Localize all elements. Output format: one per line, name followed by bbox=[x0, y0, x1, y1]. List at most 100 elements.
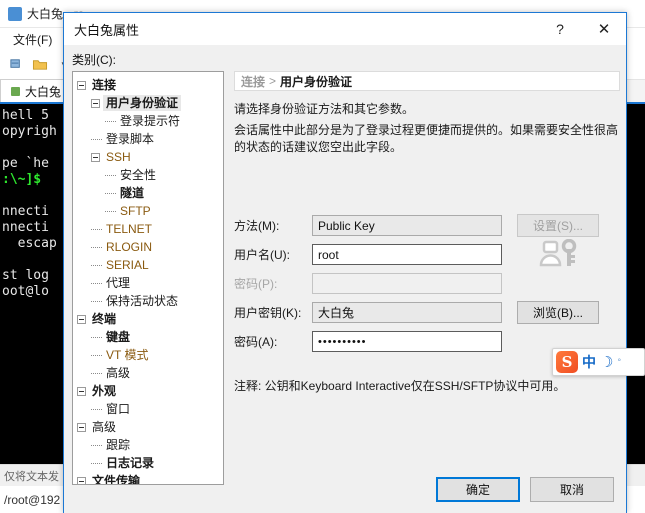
userkey-label: 用户密钥(K): bbox=[234, 306, 302, 320]
description-line-2: 会话属性中此部分是为了登录过程更便捷而提供的。如果需要安全性很高的状态的话建议您… bbox=[234, 123, 619, 154]
tree-item[interactable]: SSH bbox=[73, 148, 223, 166]
terminal-line-6: nnecti bbox=[2, 204, 49, 219]
username-input[interactable]: root bbox=[312, 244, 502, 265]
tree-item[interactable]: 外观 bbox=[73, 382, 223, 400]
tree-item[interactable]: SERIAL bbox=[73, 256, 223, 274]
tree-item-label: 保持活动状态 bbox=[106, 294, 179, 308]
tree-item[interactable]: 高级 bbox=[73, 364, 223, 382]
ime-toolbar[interactable]: S 中 ☽ ° bbox=[552, 348, 645, 376]
tree-item[interactable]: 日志记录 bbox=[73, 454, 223, 472]
breadcrumb: 连接 > 用户身份验证 bbox=[234, 71, 620, 91]
settings-panel: 连接 > 用户身份验证 请选择身份验证方法和其它参数。 会话属性中此部分是为了登… bbox=[234, 71, 620, 156]
tree-item-label: 安全性 bbox=[120, 168, 157, 182]
tree-item-label: 外观 bbox=[92, 384, 117, 398]
session-tab[interactable]: 大白兔 bbox=[0, 79, 73, 102]
tree-item[interactable]: 窗口 bbox=[73, 400, 223, 418]
tree-expander-icon[interactable] bbox=[77, 386, 86, 396]
tree-item-label: 终端 bbox=[92, 312, 117, 326]
tree-item-label: SERIAL bbox=[106, 258, 149, 272]
settings-button[interactable]: 设置(S)... bbox=[517, 214, 599, 237]
method-row: 方法(M): Public Key 设置(S)... bbox=[234, 214, 620, 237]
ime-language-mode[interactable]: 中 bbox=[582, 352, 596, 372]
tree-item[interactable]: 登录脚本 bbox=[73, 130, 223, 148]
tree-item-label: TELNET bbox=[106, 222, 153, 236]
user-key-icon bbox=[517, 238, 599, 272]
tree-branch-icon bbox=[91, 138, 102, 140]
terminal-line-10: st log bbox=[2, 268, 49, 283]
breadcrumb-parent: 连接 bbox=[241, 74, 266, 89]
tree-expander-icon[interactable] bbox=[91, 98, 100, 108]
menu-file[interactable]: 文件(F) bbox=[6, 29, 59, 50]
passphrase-input[interactable]: •••••••••• bbox=[312, 331, 502, 352]
statusbar-path: /root@192 bbox=[4, 492, 61, 507]
tree-branch-icon bbox=[105, 210, 116, 212]
tree-branch-icon bbox=[91, 282, 102, 284]
method-select[interactable]: Public Key bbox=[312, 215, 502, 236]
tree-item[interactable]: 登录提示符 bbox=[73, 112, 223, 130]
tree-branch-icon bbox=[91, 246, 102, 248]
punctuation-icon[interactable]: ° bbox=[617, 357, 621, 367]
tree-item-label: 日志记录 bbox=[106, 456, 155, 470]
tree-branch-icon bbox=[91, 462, 102, 464]
tree-expander-icon[interactable] bbox=[77, 422, 86, 432]
password-input bbox=[312, 273, 502, 294]
tree-item-label: 登录提示符 bbox=[120, 114, 181, 128]
close-icon[interactable]: ✕ bbox=[582, 14, 626, 45]
session-status-icon bbox=[11, 86, 20, 96]
tree-item-label: 隧道 bbox=[120, 186, 145, 200]
tree-item[interactable]: 代理 bbox=[73, 274, 223, 292]
category-tree[interactable]: 连接 用户身份验证登录提示符登录脚本 SSH 安全性隧道 SFTP TELNET RLOGI… bbox=[72, 71, 224, 485]
tree-item[interactable]: 跟踪 bbox=[73, 436, 223, 454]
category-label: 类别(C): bbox=[72, 53, 116, 67]
note-text: 注释: 公钥和Keyboard Interactive仅在SSH/SFTP协议中… bbox=[234, 379, 566, 393]
help-icon[interactable]: ? bbox=[538, 14, 582, 45]
properties-dialog: 大白兔属性 ? ✕ 类别(C): 连接 用户身份验证 登录提示符 登录脚本 SSH 安全性… bbox=[63, 12, 627, 513]
tree-item-label: 高级 bbox=[106, 366, 131, 380]
tree-item[interactable]: 用户身份验证 bbox=[73, 94, 223, 112]
tree-item[interactable]: 终端 bbox=[73, 310, 223, 328]
tree-branch-icon bbox=[91, 354, 102, 356]
tree-item[interactable]: 保持活动状态 bbox=[73, 292, 223, 310]
tree-expander-icon[interactable] bbox=[77, 80, 86, 90]
terminal-line-0: hell 5 bbox=[2, 108, 49, 123]
tree-item[interactable]: VT 模式 bbox=[73, 346, 223, 364]
tree-branch-icon bbox=[105, 192, 116, 194]
tree-item[interactable]: TELNET bbox=[73, 220, 223, 238]
password-row: 密码(P): bbox=[234, 273, 620, 294]
terminal-line-3: pe `he bbox=[2, 156, 49, 171]
dialog-button-row: 确定 取消 bbox=[436, 477, 614, 502]
browse-button[interactable]: 浏览(B)... bbox=[517, 301, 599, 324]
tree-item[interactable]: 安全性 bbox=[73, 166, 223, 184]
sogou-logo-icon[interactable]: S bbox=[556, 351, 578, 373]
open-folder-icon[interactable] bbox=[29, 54, 51, 76]
tree-item[interactable]: 文件传输 bbox=[73, 472, 223, 484]
tree-branch-icon bbox=[91, 264, 102, 266]
method-select-value: Public Key bbox=[312, 215, 502, 236]
tree-item[interactable]: SFTP bbox=[73, 202, 223, 220]
tree-item[interactable]: 隧道 bbox=[73, 184, 223, 202]
new-session-icon[interactable] bbox=[5, 54, 27, 76]
userkey-select[interactable]: 大白兔 bbox=[312, 302, 502, 323]
dialog-body: 类别(C): 连接 用户身份验证 登录提示符 登录脚本 SSH 安全性 隧道 SFTP TELN… bbox=[64, 45, 626, 513]
tree-item-label: 登录脚本 bbox=[106, 132, 155, 146]
tree-expander-icon[interactable] bbox=[91, 152, 100, 162]
tree-item-label: RLOGIN bbox=[106, 240, 153, 254]
tree-item[interactable]: 键盘 bbox=[73, 328, 223, 346]
tree-expander-icon[interactable] bbox=[77, 476, 86, 484]
app-icon bbox=[8, 6, 22, 21]
tree-item[interactable]: 连接 bbox=[73, 76, 223, 94]
dialog-title: 大白兔属性 bbox=[74, 22, 140, 38]
tree-item-label: 代理 bbox=[106, 276, 131, 290]
tree-branch-icon bbox=[91, 408, 102, 410]
moon-icon[interactable]: ☽ bbox=[600, 353, 613, 371]
tree-item[interactable]: 高级 bbox=[73, 418, 223, 436]
dialog-titlebar[interactable]: 大白兔属性 ? ✕ bbox=[64, 13, 626, 45]
cancel-button[interactable]: 取消 bbox=[530, 477, 614, 502]
authentication-form: 方法(M): Public Key 设置(S)... 用户名(U): root bbox=[234, 214, 620, 360]
app-title-name: 大白兔 bbox=[27, 7, 64, 21]
ok-button[interactable]: 确定 bbox=[436, 477, 520, 502]
tree-item[interactable]: RLOGIN bbox=[73, 238, 223, 256]
passphrase-label: 密码(A): bbox=[234, 335, 278, 349]
tree-item-label: SSH bbox=[106, 150, 131, 164]
tree-expander-icon[interactable] bbox=[77, 314, 86, 324]
